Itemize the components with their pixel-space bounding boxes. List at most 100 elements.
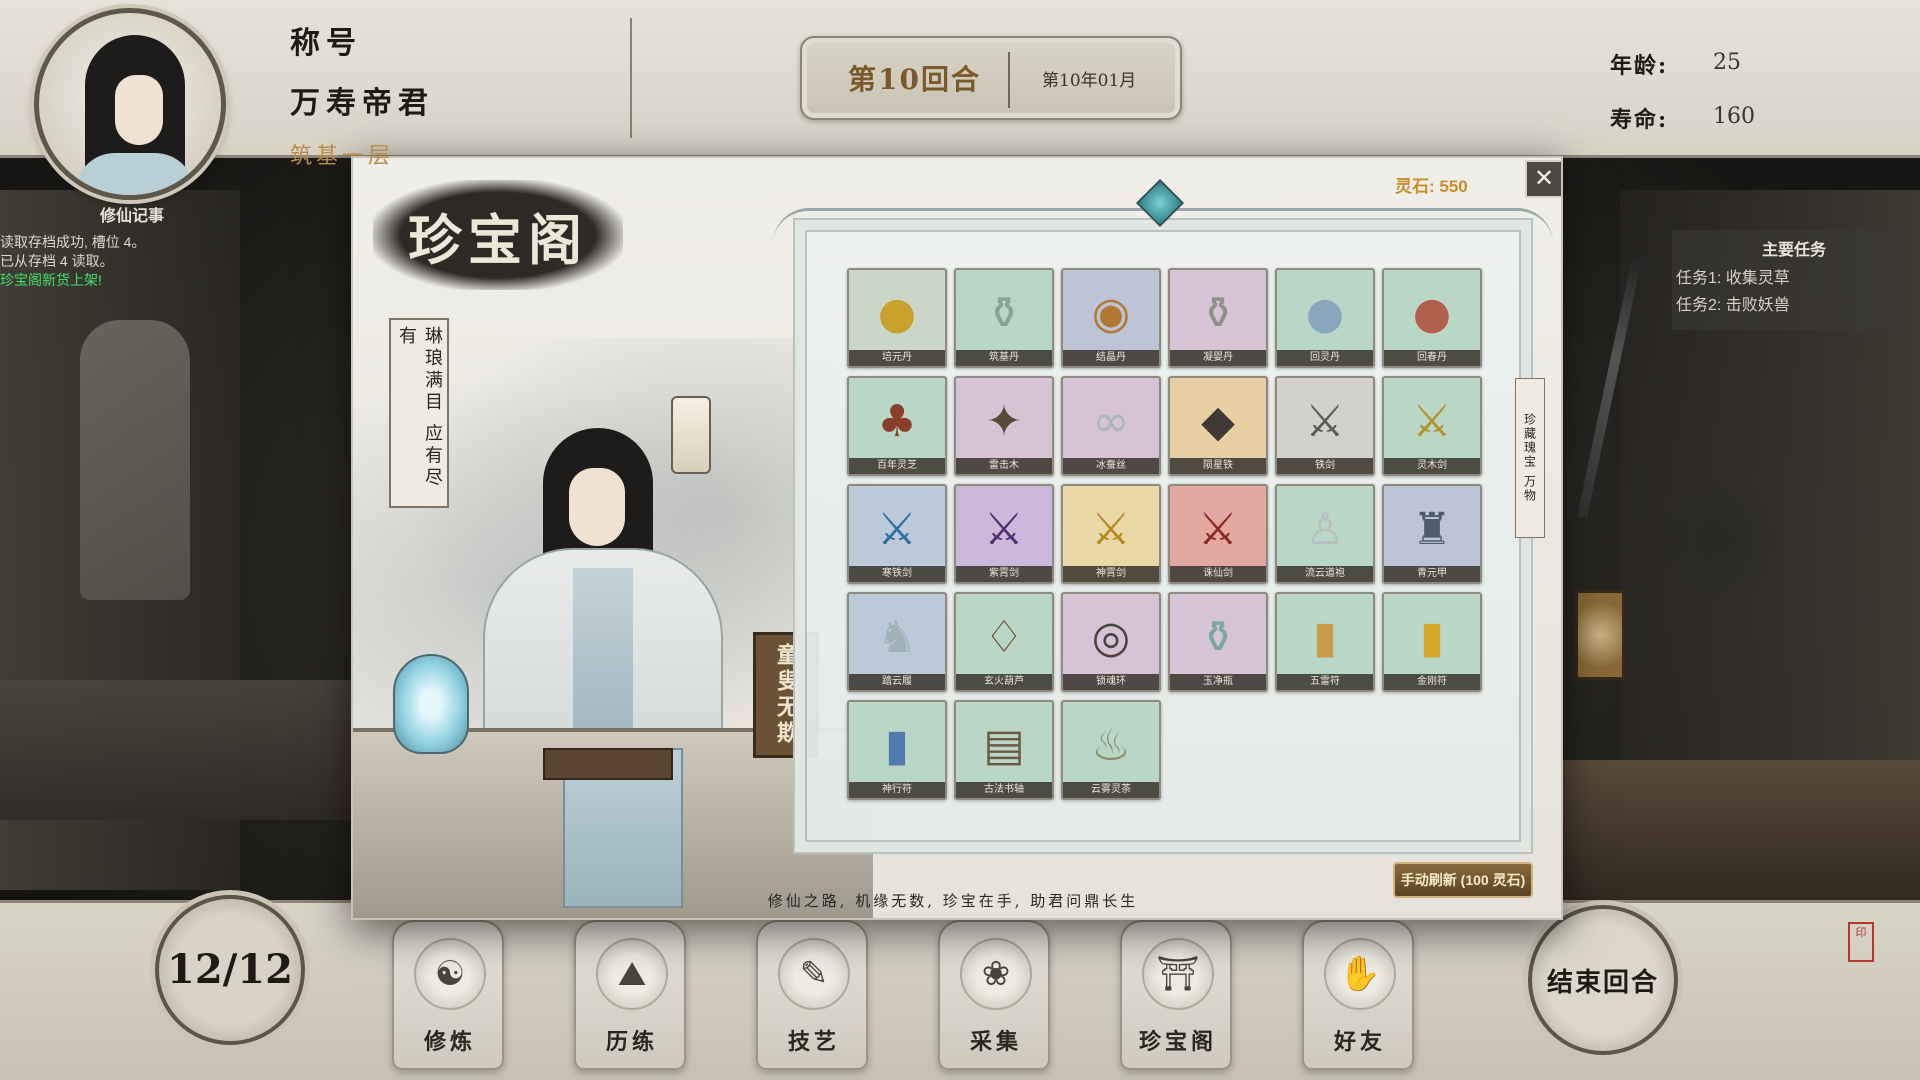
shop-item-slot[interactable]: ♨ 云雾灵茶 xyxy=(1061,700,1161,800)
ring-icon: ◎ xyxy=(1091,611,1131,663)
talisman-icon: ▮ xyxy=(1312,611,1338,663)
background-plant xyxy=(1660,470,1780,610)
wood-icon: ✦ xyxy=(985,395,1023,447)
refresh-button[interactable]: 手动刷新 (100 灵石) xyxy=(1393,862,1533,898)
brush-icon: ✎ xyxy=(778,938,850,1010)
shop-item-name: 五雷符 xyxy=(1277,674,1373,690)
orb-box-icon: ◉ xyxy=(1091,287,1131,339)
shop-item-name: 神行符 xyxy=(849,782,945,798)
nav-gather-button[interactable]: ❀ 采集 xyxy=(938,920,1050,1070)
log-line-highlight: 珍宝阁新货上架! xyxy=(0,272,102,288)
top-divider xyxy=(630,18,632,138)
task-item[interactable]: 任务1: 收集灵草 xyxy=(1676,264,1790,288)
shop-item-slot[interactable]: ● 回灵丹 xyxy=(1275,268,1375,368)
background-hanging-robe xyxy=(80,320,190,600)
red-seal-icon: 印 xyxy=(1848,922,1874,962)
handshake-icon: ✋ xyxy=(1324,938,1396,1010)
shop-item-name: 神霄剑 xyxy=(1063,566,1159,582)
background-bed xyxy=(0,680,360,820)
shop-item-slot[interactable]: ⚔ 灵木剑 xyxy=(1382,376,1482,476)
age-label: 年龄: xyxy=(1610,53,1669,79)
shop-item-slot[interactable]: ◉ 结晶丹 xyxy=(1061,268,1161,368)
shop-item-slot[interactable]: ⚱ 凝婴丹 xyxy=(1168,268,1268,368)
shop-item-name: 回灵丹 xyxy=(1277,350,1373,366)
robe-icon: ♙ xyxy=(1305,503,1345,555)
treasure-shop-modal: 珍宝阁 琳琅满目 应有尽有 童叟无欺 珍藏瑰宝 万物 灵石: 550 ✕ ● 培元… xyxy=(351,156,1563,920)
shop-item-slot[interactable]: ⚔ 诛仙剑 xyxy=(1168,484,1268,584)
shop-item-name: 陨星铁 xyxy=(1170,458,1266,474)
shop-logo: 珍宝阁 xyxy=(373,180,623,290)
player-realm: 筑基一层 xyxy=(290,144,395,169)
shop-item-slot[interactable]: ▮ 五雷符 xyxy=(1275,592,1375,692)
side-banner: 珍藏瑰宝 万物 xyxy=(1515,378,1545,538)
shop-item-slot[interactable]: ▮ 神行符 xyxy=(847,700,947,800)
nav-treasure-shop-button[interactable]: ⛩ 珍宝阁 xyxy=(1120,920,1232,1070)
background-lantern xyxy=(1575,590,1625,680)
shop-item-name: 培元丹 xyxy=(849,350,945,366)
shop-item-slot[interactable]: ∞ 冰蚕丝 xyxy=(1061,376,1161,476)
jade-bottle-icon: ⚱ xyxy=(1199,611,1237,663)
shop-item-slot[interactable]: ♜ 青元甲 xyxy=(1382,484,1482,584)
abacus-icon xyxy=(543,748,673,780)
shop-item-slot[interactable]: ▮ 金刚符 xyxy=(1382,592,1482,692)
shop-item-slot[interactable]: ● 回春丹 xyxy=(1382,268,1482,368)
shop-item-slot[interactable]: ♞ 踏云履 xyxy=(847,592,947,692)
background-desk xyxy=(1560,760,1920,910)
mushroom-icon: ♣ xyxy=(877,395,917,447)
top-status-bar: 称号 万寿帝君 第10回合 第10年01月 年龄: 25 寿命: 160 xyxy=(0,0,1920,158)
shop-item-slot[interactable]: ◎ 锁魂环 xyxy=(1061,592,1161,692)
shop-item-slot[interactable]: ● 培元丹 xyxy=(847,268,947,368)
shop-item-name: 凝婴丹 xyxy=(1170,350,1266,366)
shop-item-name: 玉净瓶 xyxy=(1170,674,1266,690)
vase-icon: ⚱ xyxy=(1199,287,1237,339)
meditation-icon: ☯ xyxy=(414,938,486,1010)
nav-adventure-button[interactable]: ⛰ 历练 xyxy=(574,920,686,1070)
shop-item-slot[interactable]: ⚱ 玉净瓶 xyxy=(1168,592,1268,692)
shop-item-slot[interactable]: ♙ 流云道袍 xyxy=(1275,484,1375,584)
player-title: 万寿帝君 xyxy=(290,86,434,121)
shop-item-name: 筑基丹 xyxy=(956,350,1052,366)
shop-item-slot[interactable]: ♣ 百年灵芝 xyxy=(847,376,947,476)
nav-crafting-button[interactable]: ✎ 技艺 xyxy=(756,920,868,1070)
shop-item-slot[interactable]: ⚔ 铁剑 xyxy=(1275,376,1375,476)
shop-item-slot[interactable]: ◆ 陨星铁 xyxy=(1168,376,1268,476)
shop-item-slot[interactable]: ⚔ 紫霄剑 xyxy=(954,484,1054,584)
shop-item-name: 玄火葫芦 xyxy=(956,674,1052,690)
scroll-icon: ▤ xyxy=(983,719,1025,771)
shop-item-slot[interactable]: ⚔ 神霄剑 xyxy=(1061,484,1161,584)
lifespan-label: 寿命: xyxy=(1610,107,1669,133)
shop-item-slot[interactable]: ▤ 古法书轴 xyxy=(954,700,1054,800)
shop-item-name: 锁魂环 xyxy=(1063,674,1159,690)
shop-item-name: 云雾灵茶 xyxy=(1063,782,1159,798)
blue-talisman-icon: ▮ xyxy=(884,719,910,771)
nav-label: 好友 xyxy=(1333,1029,1386,1055)
crimson-sword-icon: ⚔ xyxy=(1198,503,1238,555)
action-points-counter: 12/12 xyxy=(167,946,293,993)
nav-cultivate-button[interactable]: ☯ 修炼 xyxy=(392,920,504,1070)
golden-sword-icon: ⚔ xyxy=(1091,503,1131,555)
shop-item-name: 流云道袍 xyxy=(1277,566,1373,582)
shop-item-slot[interactable]: ♢ 玄火葫芦 xyxy=(954,592,1054,692)
shop-item-name: 青元甲 xyxy=(1384,566,1480,582)
shop-item-slot[interactable]: ✦ 雷击木 xyxy=(954,376,1054,476)
shop-item-name: 金刚符 xyxy=(1384,674,1480,690)
armor-icon: ♜ xyxy=(1412,503,1452,555)
shop-item-slot[interactable]: ⚔ 寒铁剑 xyxy=(847,484,947,584)
nav-friends-button[interactable]: ✋ 好友 xyxy=(1302,920,1414,1070)
shop-item-grid: ● 培元丹 ⚱ 筑基丹 ◉ 结晶丹 ⚱ 凝婴丹 ● 回灵丹 ● 回春丹 ♣ 百年灵芝 ✦ 雷击木 ∞ 冰蚕丝 ◆ 陨星… xyxy=(847,268,1482,800)
round-divider xyxy=(1008,52,1010,108)
close-button[interactable]: ✕ xyxy=(1525,160,1561,198)
nav-label: 技艺 xyxy=(787,1029,840,1055)
ice-sword-icon: ⚔ xyxy=(877,503,917,555)
shop-item-name: 冰蚕丝 xyxy=(1063,458,1159,474)
player-avatar[interactable] xyxy=(34,8,226,200)
log-line: 已从存档 4 读取。 xyxy=(0,253,114,269)
shop-item-name: 百年灵芝 xyxy=(849,458,945,474)
shop-item-slot[interactable]: ⚱ 筑基丹 xyxy=(954,268,1054,368)
round-date: 第10年01月 xyxy=(1042,71,1137,91)
shop-item-name: 踏云履 xyxy=(849,674,945,690)
task-item[interactable]: 任务2: 击败妖兽 xyxy=(1676,291,1790,315)
boots-icon: ♞ xyxy=(877,611,917,663)
shop-item-name: 紫霄剑 xyxy=(956,566,1052,582)
end-turn-button[interactable]: 结束回合 xyxy=(1528,905,1678,1055)
